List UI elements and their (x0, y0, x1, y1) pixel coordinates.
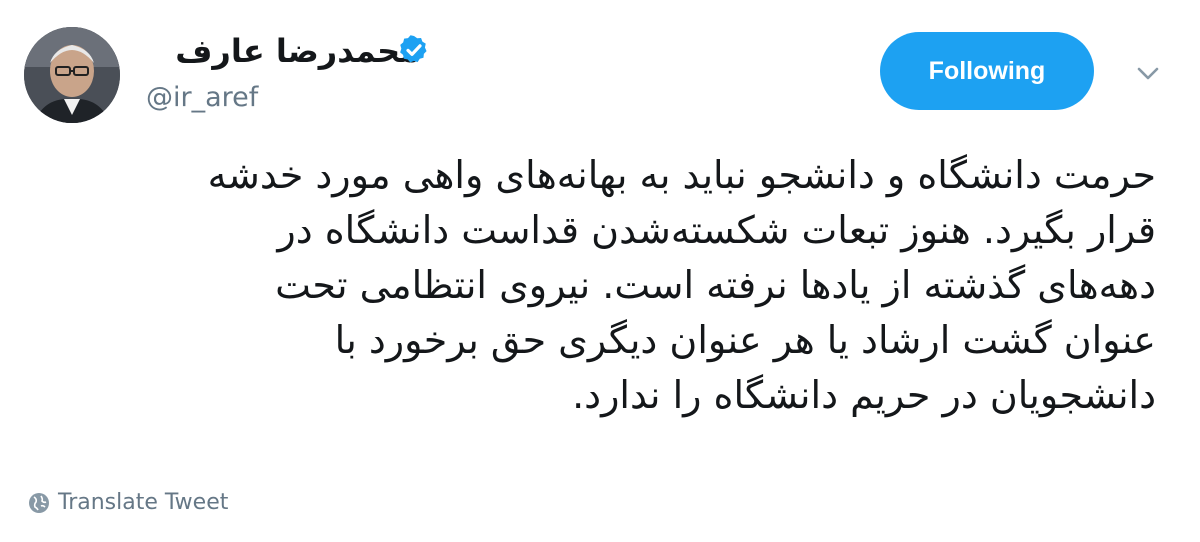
globe-icon (29, 492, 49, 513)
chevron-down-icon[interactable] (1134, 62, 1162, 84)
avatar[interactable] (24, 27, 120, 123)
tweet-text-line: قرار بگیرد. هنوز تبعات شکسته‌شدن قداست د… (277, 208, 1156, 252)
author-name[interactable]: محمدرضا عارف (175, 32, 420, 70)
tweet-text-line: عنوان گشت ارشاد یا هر عنوان دیگری حق برخ… (334, 318, 1156, 362)
translate-tweet-link[interactable]: Translate Tweet (28, 490, 228, 515)
author-handle[interactable]: @ir_aref (146, 82, 258, 113)
tweet-text-line: حرمت دانشگاه و دانشجو نباید به بهانه‌های… (207, 153, 1156, 197)
translate-tweet-label[interactable]: Translate Tweet (58, 490, 228, 515)
verified-badge-icon (400, 35, 427, 63)
following-button[interactable]: Following (880, 32, 1094, 110)
tweet-card: محمدرضا عارف @ir_aref Following حرمت دان… (0, 0, 1200, 542)
tweet-text-line: دهه‌های گذشته از یادها نرفته است. نیروی … (275, 263, 1156, 307)
tweet-text-line: دانشجویان در حریم دانشگاه را ندارد. (572, 373, 1156, 417)
avatar-image (24, 27, 120, 123)
tweet-text: حرمت دانشگاه و دانشجو نباید به بهانه‌های… (80, 148, 1156, 423)
